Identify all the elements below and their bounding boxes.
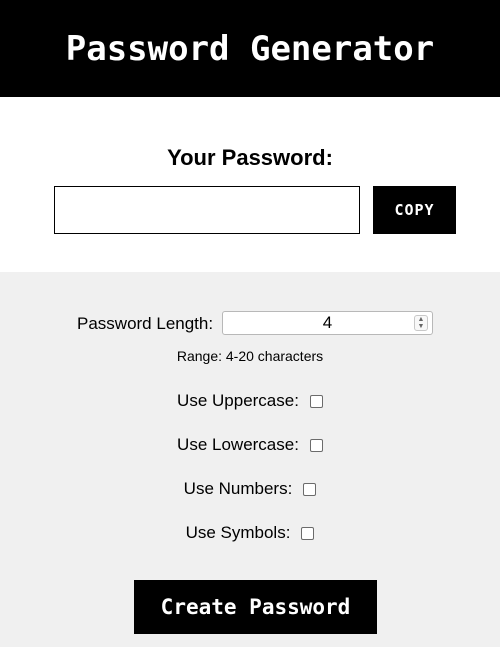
- password-length-label: Password Length:: [77, 314, 214, 333]
- option-symbols-label: Use Symbols:: [185, 523, 291, 542]
- password-length-input[interactable]: 4 ▲ ▼: [222, 311, 433, 335]
- option-uppercase-checkbox[interactable]: [309, 394, 323, 408]
- range-note: Range: 4-20 characters: [176, 348, 324, 364]
- option-lowercase-label: Use Lowercase:: [177, 435, 299, 454]
- option-symbols-checkbox[interactable]: [301, 526, 315, 540]
- option-symbols: Use Symbols:: [0, 523, 500, 543]
- option-lowercase-checkbox[interactable]: [309, 438, 323, 452]
- page-title: Password Generator: [65, 28, 435, 69]
- chevron-down-icon[interactable]: ▼: [418, 323, 425, 330]
- option-numbers-checkbox[interactable]: [303, 482, 317, 496]
- number-spinner[interactable]: ▲ ▼: [414, 315, 428, 331]
- option-lowercase: Use Lowercase:: [0, 435, 500, 455]
- option-uppercase: Use Uppercase:: [0, 391, 500, 411]
- chevron-up-icon[interactable]: ▲: [418, 316, 425, 323]
- app-header: Password Generator: [0, 0, 500, 97]
- options-panel: Password Length: 4 ▲ ▼ Range: 4-20 chara…: [0, 272, 500, 647]
- password-output-title: Your Password:: [167, 145, 333, 170]
- option-numbers: Use Numbers:: [0, 479, 500, 499]
- option-uppercase-label: Use Uppercase:: [177, 391, 299, 410]
- option-numbers-label: Use Numbers:: [183, 479, 293, 498]
- create-password-button[interactable]: Create Password: [134, 580, 377, 634]
- copy-button[interactable]: COPY: [373, 186, 456, 234]
- password-output-field[interactable]: [54, 186, 360, 234]
- password-length-value: 4: [322, 313, 333, 332]
- password-output-section: Your Password: COPY: [0, 97, 500, 272]
